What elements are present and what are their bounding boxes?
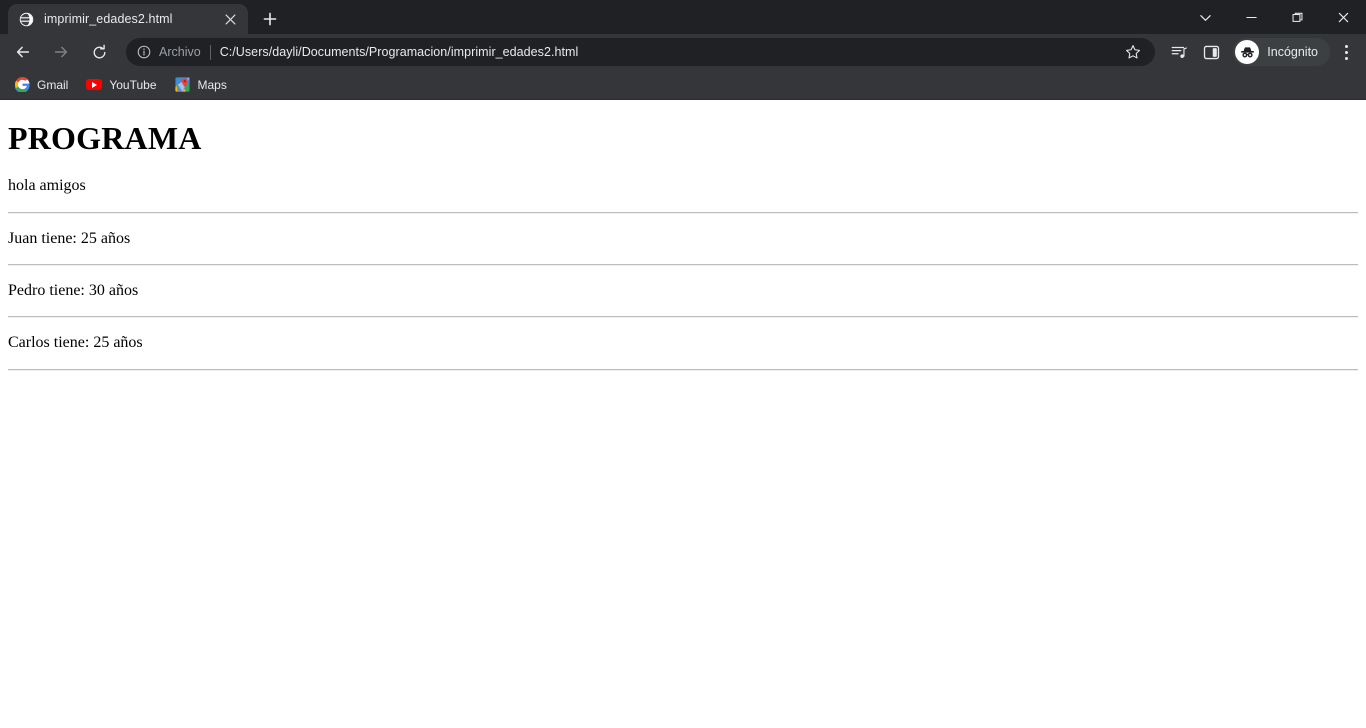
document-body: PROGRAMA hola amigos Juan tiene: 25 años… (0, 120, 1366, 371)
tab-strip: imprimir_edades2.html (0, 0, 1366, 34)
star-icon[interactable] (1121, 40, 1145, 64)
bookmark-gmail[interactable]: Gmail (6, 73, 76, 97)
bookmark-youtube[interactable]: YouTube (78, 73, 164, 97)
info-circle-icon[interactable] (136, 44, 152, 60)
menu-dot (1344, 44, 1348, 48)
minimize-icon (1245, 16, 1257, 18)
close-icon (1338, 12, 1348, 22)
age-entry-juan: Juan tiene: 25 años (8, 229, 131, 247)
menu-dot (1344, 50, 1348, 54)
chevron-down-icon (1199, 14, 1211, 21)
plus-icon (263, 12, 277, 26)
maximize-button[interactable] (1274, 0, 1320, 34)
browser-toolbar: Archivo C:/Users/dayli/Documents/Program… (0, 34, 1366, 70)
bookmarks-bar: Gmail YouTube Maps (0, 70, 1366, 100)
url-text[interactable]: C:/Users/dayli/Documents/Programacion/im… (220, 45, 579, 59)
reload-icon (93, 44, 105, 58)
new-tab-button[interactable] (256, 5, 284, 33)
bookmark-label: Maps (197, 77, 227, 92)
menu-dot (1344, 56, 1348, 60)
bookmark-label: YouTube (109, 77, 157, 92)
divider (8, 316, 1358, 319)
forward-button[interactable] (45, 36, 77, 68)
url-scheme-label: Archivo (159, 45, 201, 59)
close-icon[interactable] (220, 9, 240, 29)
tab-title: imprimir_edades2.html (44, 12, 173, 26)
incognito-label: Incógnito (1267, 45, 1318, 59)
gmail-icon (14, 77, 30, 93)
globe-icon (18, 11, 34, 27)
arrow-right-icon (54, 46, 68, 58)
divider (8, 263, 1358, 266)
youtube-icon (86, 77, 103, 93)
chrome-menu-button[interactable] (1332, 37, 1360, 67)
browser-window: imprimir_edades2.html Archivo C:/Users/d… (0, 0, 1366, 728)
page-viewport: PROGRAMA hola amigos Juan tiene: 25 años… (0, 100, 1366, 728)
omnibox-divider (209, 44, 211, 60)
side-panel-icon[interactable] (1196, 37, 1226, 67)
bookmark-label: Gmail (37, 77, 69, 92)
tab-search-button[interactable] (1182, 0, 1228, 34)
arrow-left-icon (16, 46, 30, 58)
age-entry-carlos: Carlos tiene: 25 años (8, 334, 143, 352)
back-button[interactable] (7, 36, 39, 68)
close-button[interactable] (1320, 0, 1366, 34)
reading-list-icon[interactable] (1164, 37, 1194, 67)
divider (8, 211, 1358, 214)
maps-pin-icon (175, 77, 191, 93)
divider (8, 368, 1358, 371)
maximize-icon (1292, 12, 1302, 22)
tab-imprimir-edades2[interactable]: imprimir_edades2.html (8, 4, 248, 34)
incognito-indicator[interactable]: Incógnito (1233, 38, 1330, 66)
incognito-spy-icon (1235, 40, 1260, 64)
bookmark-maps[interactable]: Maps (167, 73, 235, 97)
page-title: PROGRAMA (8, 120, 202, 156)
greeting-text: hola amigos (8, 177, 86, 195)
reload-button[interactable] (83, 36, 115, 68)
age-entry-pedro: Pedro tiene: 30 años (8, 281, 139, 299)
window-controls (1182, 0, 1366, 34)
address-bar[interactable]: Archivo C:/Users/dayli/Documents/Program… (126, 38, 1156, 66)
minimize-button[interactable] (1228, 0, 1274, 34)
